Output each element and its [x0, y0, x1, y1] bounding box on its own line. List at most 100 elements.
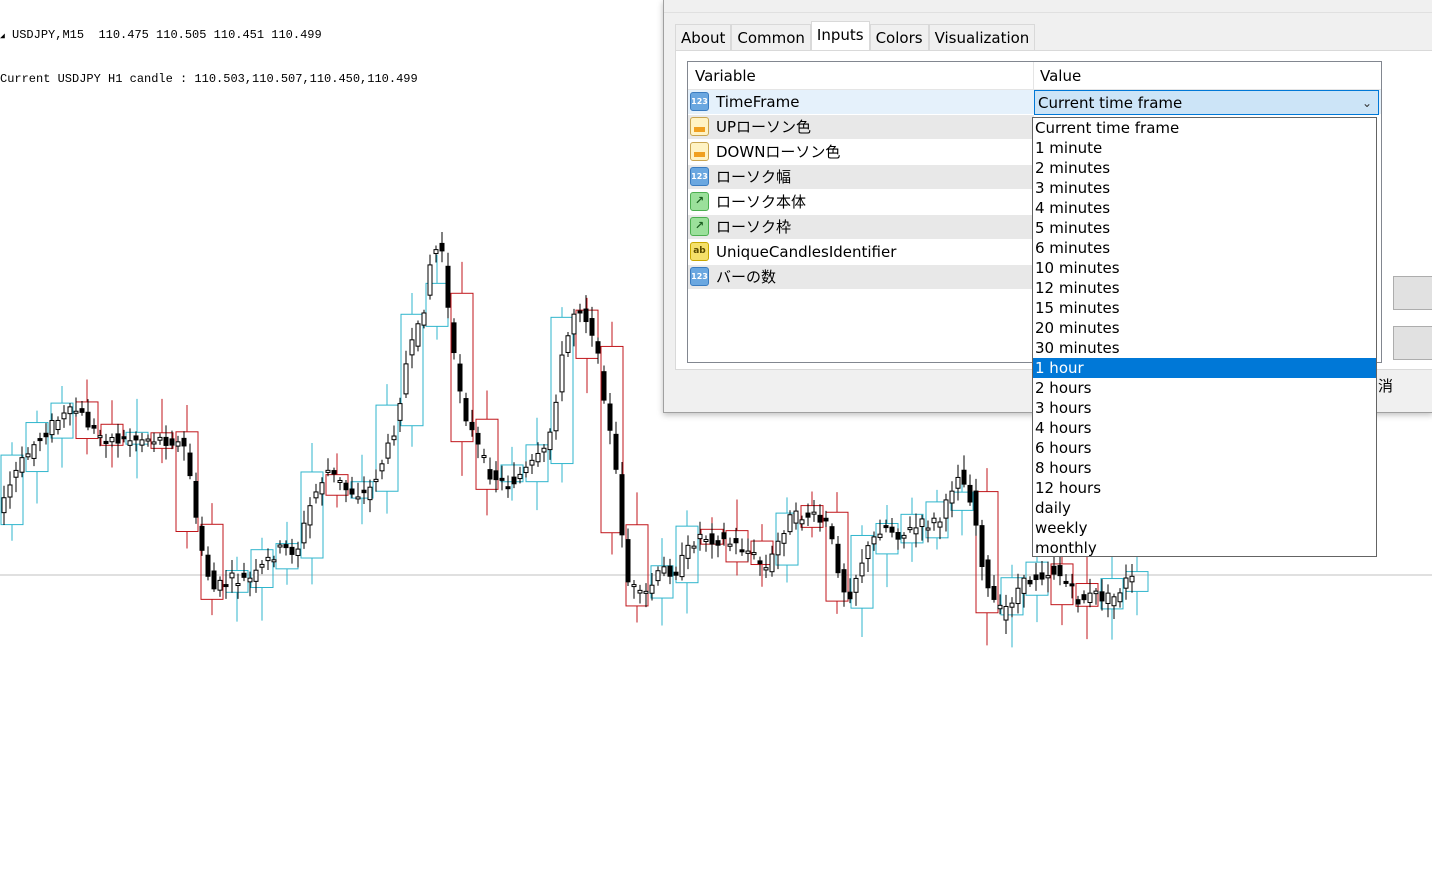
dropdown-option[interactable]: 6 hours [1033, 438, 1376, 458]
candle-body [277, 544, 283, 548]
dropdown-option[interactable]: 30 minutes [1033, 338, 1376, 358]
candle-body [331, 470, 337, 475]
tab-colors[interactable]: Colors [869, 24, 929, 50]
candle-body [613, 433, 619, 470]
candle-body [709, 533, 715, 545]
candle-body [115, 433, 121, 444]
candle-body [25, 453, 31, 458]
candle-body [1093, 590, 1099, 595]
candle-body [1009, 602, 1015, 608]
dropdown-option[interactable]: 6 minutes [1033, 238, 1376, 258]
candle-body [805, 512, 811, 518]
candle-body [889, 526, 895, 533]
tab-inputs[interactable]: Inputs [810, 21, 870, 50]
dropdown-option[interactable]: 1 hour [1033, 358, 1376, 378]
input-row-candle-frame[interactable]: ↗ ローソク枠 [688, 215, 1033, 240]
input-row-unique-identifier[interactable]: ab UniqueCandlesIdentifier [688, 240, 1033, 265]
candle-body [601, 371, 607, 401]
dropdown-option[interactable]: 12 minutes [1033, 278, 1376, 298]
candle-body [223, 584, 229, 588]
candle-body [439, 242, 445, 252]
dropdown-option[interactable]: 3 minutes [1033, 178, 1376, 198]
dropdown-option[interactable]: 8 hours [1033, 458, 1376, 478]
candle-body [733, 538, 739, 544]
candle-body [793, 510, 799, 524]
column-value[interactable]: Value [1040, 62, 1081, 89]
dropdown-option[interactable]: 12 hours [1033, 478, 1376, 498]
input-row-up-color[interactable]: UPローソン色 [688, 115, 1033, 140]
candle-body [1021, 577, 1027, 594]
dropdown-option[interactable]: monthly [1033, 538, 1376, 558]
candle-body [553, 401, 559, 432]
timeframe-value-combobox[interactable]: Current time frame ⌄ [1034, 90, 1379, 115]
chevron-down-icon[interactable]: ⌄ [1362, 91, 1372, 115]
candle-body [1117, 592, 1123, 603]
tab-common[interactable]: Common [731, 24, 811, 50]
color-icon [690, 117, 709, 136]
dropdown-option[interactable]: daily [1033, 498, 1376, 518]
candle-body [85, 411, 91, 428]
candle-body [649, 584, 655, 594]
hourly-candle-box [25, 422, 49, 473]
variable-name: TimeFrame [716, 93, 800, 111]
dropdown-option[interactable]: 2 hours [1033, 378, 1376, 398]
candle-body [481, 455, 487, 459]
candle-body [343, 482, 349, 491]
tab-visualization[interactable]: Visualization [928, 24, 1036, 50]
candle-body [883, 525, 889, 529]
collapse-triangle-icon[interactable]: ◢ [0, 32, 5, 41]
input-row-down-color[interactable]: DOWNローソン色 [688, 140, 1033, 165]
dropdown-option[interactable]: Current time frame [1033, 118, 1376, 138]
candle-body [295, 548, 301, 556]
timeframe-dropdown-list[interactable]: Current time frame 1 minute 2 minutes 3 min… [1032, 117, 1377, 557]
candle-body [355, 496, 361, 500]
dropdown-option[interactable]: weekly [1033, 518, 1376, 538]
dropdown-option[interactable]: 5 minutes [1033, 218, 1376, 238]
candle-body [697, 533, 703, 540]
candle-body [247, 577, 253, 583]
candle-body [595, 341, 601, 354]
dropdown-option[interactable]: 4 minutes [1033, 198, 1376, 218]
candle-body [1123, 577, 1129, 589]
candle-body [967, 484, 973, 503]
tab-about[interactable]: About [675, 24, 732, 50]
candle-body [679, 554, 685, 578]
candle-body [109, 437, 115, 443]
dropdown-option[interactable]: 2 minutes [1033, 158, 1376, 178]
input-row-bar-count[interactable]: 123 バーの数 [688, 265, 1033, 290]
candle-body [433, 249, 439, 255]
candle-body [1039, 572, 1045, 580]
candle-body [1045, 575, 1051, 579]
candle-body [403, 363, 409, 395]
dropdown-option[interactable]: 3 hours [1033, 398, 1376, 418]
candle-body [907, 527, 913, 531]
input-row-candle-body[interactable]: ↗ ローソク本体 [688, 190, 1033, 215]
dropdown-option[interactable]: 4 hours [1033, 418, 1376, 438]
candle-body [523, 466, 529, 474]
combobox-value: Current time frame [1038, 94, 1183, 112]
candle-body [865, 545, 871, 560]
candle-body [721, 532, 727, 540]
cancel-button-label[interactable]: 消 [1378, 375, 1393, 396]
candle-body [409, 339, 415, 356]
line-icon: ↗ [690, 217, 709, 236]
save-button[interactable] [1393, 326, 1432, 360]
dropdown-option[interactable]: 15 minutes [1033, 298, 1376, 318]
dropdown-option[interactable]: 1 minute [1033, 138, 1376, 158]
candle-body [199, 525, 205, 551]
dropdown-option[interactable]: 20 minutes [1033, 318, 1376, 338]
candle-body [703, 538, 709, 542]
candle-body [943, 499, 949, 519]
variable-name: UPローソン色 [716, 118, 812, 136]
candle-body [79, 408, 85, 413]
column-variable[interactable]: Variable [695, 62, 756, 89]
input-row-candle-width[interactable]: 123 ローソク幅 [688, 165, 1033, 190]
candle-body [229, 572, 235, 579]
candle-body [985, 559, 991, 589]
candle-body [739, 549, 745, 553]
candle-body [517, 473, 523, 480]
candle-body [667, 565, 673, 577]
load-button[interactable] [1393, 276, 1432, 310]
candle-body [835, 543, 841, 574]
dropdown-option[interactable]: 10 minutes [1033, 258, 1376, 278]
